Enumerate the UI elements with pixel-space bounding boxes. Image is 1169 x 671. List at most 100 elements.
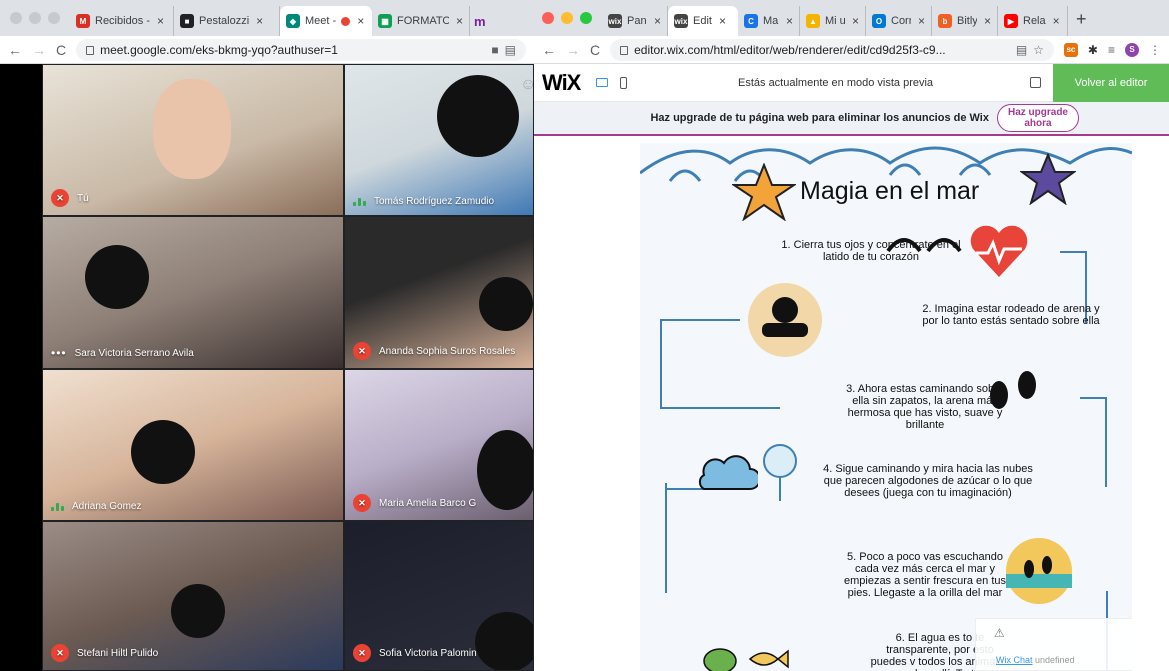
tab-3[interactable]: ▦ FORMATO C × (372, 6, 470, 36)
close-tab-icon[interactable]: × (357, 14, 364, 28)
participant-name-badge: ✕ Tú (51, 189, 89, 207)
back-arrow-icon[interactable]: ← (8, 42, 22, 58)
bitly-icon: b (938, 14, 952, 28)
tab-5[interactable]: b Bitly × (932, 6, 998, 36)
participant-name-badge: ✕ Sofia Victoria Palomin (353, 644, 477, 662)
tab-title: Bitly (957, 15, 977, 27)
participant-name: Stefani Hiltl Pulido (77, 647, 159, 659)
reload-icon[interactable]: C (56, 42, 66, 58)
participant-tile[interactable]: ✕ Tú (42, 64, 344, 216)
menu-kebab-icon[interactable]: ⋮ (1149, 43, 1161, 57)
privacy-blur-mark (477, 430, 533, 510)
close-tab-icon[interactable]: × (157, 14, 164, 28)
url-field[interactable]: editor.wix.com/html/editor/web/renderer/… (610, 38, 1054, 61)
outlook-icon: O (872, 14, 886, 28)
poster-title: Magia en el mar (800, 177, 980, 205)
mobile-view-icon[interactable] (620, 76, 628, 89)
extension-icon[interactable]: sc (1063, 42, 1078, 57)
close-tab-icon[interactable]: × (1053, 14, 1060, 28)
wix-chat-label-wrap: Wix Chat undefined (996, 655, 1075, 665)
back-arrow-icon[interactable]: ← (542, 42, 556, 58)
participant-tile[interactable]: ••• Sara Victoria Serrano Avila (42, 216, 344, 369)
window-controls (534, 0, 602, 36)
wix-chat-link[interactable]: Wix Chat (996, 655, 1033, 665)
tab-title: Corr (891, 15, 911, 27)
poster-step-3: 3. Ahora estas caminando sobre ella sin … (846, 383, 1004, 431)
privacy-blur-mark (475, 612, 533, 670)
tab-1[interactable]: ■ Pestalozzi × (174, 6, 280, 36)
forward-arrow-icon[interactable]: → (566, 42, 580, 58)
meet-video-grid: ✕ Tú Tomás Rodríguez Zamudio ••• Sara Victor… (0, 64, 534, 671)
close-tab-icon[interactable]: × (984, 14, 991, 28)
close-tab-icon[interactable]: × (456, 14, 463, 28)
bookmark-star-icon[interactable]: ☆ (1033, 43, 1044, 57)
new-tab-button[interactable]: + (1068, 9, 1095, 36)
close-tab-icon[interactable]: × (654, 14, 661, 28)
back-to-editor-button[interactable]: Volver al editor (1053, 64, 1169, 102)
tab-overflow[interactable]: m (470, 6, 492, 36)
cotton-candy-icon (763, 444, 797, 501)
tab-0[interactable]: wix Panel × (602, 6, 668, 36)
poster-step-5: 5. Poco a poco vas escuchando cada vez m… (843, 551, 1007, 599)
connector-line (660, 319, 662, 409)
tab-6[interactable]: ▶ Rela × (998, 6, 1068, 36)
upgrade-now-button[interactable]: Haz upgrade ahora (996, 104, 1079, 132)
wix-browser-window: wix Panel × wix Edit × C Man × ▲ Mi u × O Corr × b Bitly… (534, 0, 1169, 671)
connector-line (1060, 251, 1087, 253)
participant-tile[interactable]: ✕ Maria Amelia Barco G (344, 369, 534, 521)
close-window-button[interactable] (542, 12, 554, 24)
sea-animals-icon (703, 648, 789, 671)
url-field[interactable]: meet.google.com/eks-bkmg-yqo?authuser=1 … (76, 38, 526, 61)
profile-avatar[interactable]: S (1125, 42, 1139, 57)
fullscreen-icon[interactable] (1030, 77, 1041, 88)
upgrade-button-line2: ahora (1024, 118, 1052, 129)
minimize-window-button[interactable] (29, 12, 41, 24)
tab-2[interactable]: C Man × (738, 6, 800, 36)
maximize-window-button[interactable] (580, 12, 592, 24)
participant-tile[interactable]: ✕ Ananda Sophia Suros Rosales (344, 216, 534, 369)
desktop-view-icon[interactable] (596, 78, 609, 87)
upgrade-message: Haz upgrade de tu página web para elimin… (650, 112, 989, 124)
tab-4[interactable]: O Corr × (866, 6, 932, 36)
drive-icon: ▲ (806, 14, 820, 28)
tab-1[interactable]: wix Edit × (668, 6, 738, 36)
close-tab-icon[interactable]: × (918, 14, 925, 28)
participant-tile[interactable]: Adriana Gomez (42, 369, 344, 521)
translate-icon[interactable]: ▤ (505, 43, 516, 57)
tab-0[interactable]: M Recibidos - × (70, 6, 174, 36)
reading-list-icon[interactable]: ≡ (1108, 43, 1115, 57)
people-icon[interactable]: ☺ (520, 76, 534, 94)
wix-chat-widget[interactable]: ⚠ Wix Chat undefined (975, 618, 1132, 671)
reload-icon[interactable]: C (590, 42, 600, 58)
privacy-blur-mark (171, 584, 225, 638)
maximize-window-button[interactable] (48, 12, 60, 24)
close-window-button[interactable] (10, 12, 22, 24)
translate-icon[interactable]: ▤ (1016, 43, 1027, 57)
cloud-icon (698, 455, 758, 490)
wix-chat-status: undefined (1035, 655, 1075, 665)
participant-name: Ananda Sophia Suros Rosales (379, 345, 516, 357)
close-tab-icon[interactable]: × (719, 14, 726, 28)
minimize-window-button[interactable] (561, 12, 573, 24)
extensions-puzzle-icon[interactable]: ✱ (1088, 43, 1098, 57)
mic-muted-icon: ✕ (353, 342, 371, 360)
participant-tile[interactable]: ✕ Stefani Hiltl Pulido (42, 521, 344, 671)
mic-muted-icon: ✕ (353, 644, 371, 662)
beach-feet-icon (1006, 538, 1072, 604)
right-address-bar: ← → C editor.wix.com/html/editor/web/ren… (534, 36, 1169, 64)
preview-mode-message: Estás actualmente en modo vista previa (738, 76, 934, 89)
forward-arrow-icon[interactable]: → (32, 42, 46, 58)
youtube-icon: ▶ (1004, 14, 1018, 28)
close-tab-icon[interactable]: × (786, 14, 793, 28)
tab-2[interactable]: ◆ Meet - × (280, 6, 372, 36)
tab-title: Panel (627, 15, 647, 27)
participant-name-badge: ✕ Ananda Sophia Suros Rosales (353, 342, 515, 360)
participant-tile[interactable]: ✕ Sofia Victoria Palomin (344, 521, 534, 671)
close-tab-icon[interactable]: × (852, 14, 859, 28)
close-tab-icon[interactable]: × (256, 14, 263, 28)
participant-tile[interactable]: Tomás Rodríguez Zamudio (344, 64, 534, 216)
camera-icon[interactable]: ■ (491, 43, 498, 57)
poster-image: Magia en el mar 1. Cierra tus ojos y con… (640, 143, 1132, 671)
tab-3[interactable]: ▲ Mi u × (800, 6, 866, 36)
upgrade-banner: Haz upgrade de tu página web para elimin… (534, 102, 1169, 136)
